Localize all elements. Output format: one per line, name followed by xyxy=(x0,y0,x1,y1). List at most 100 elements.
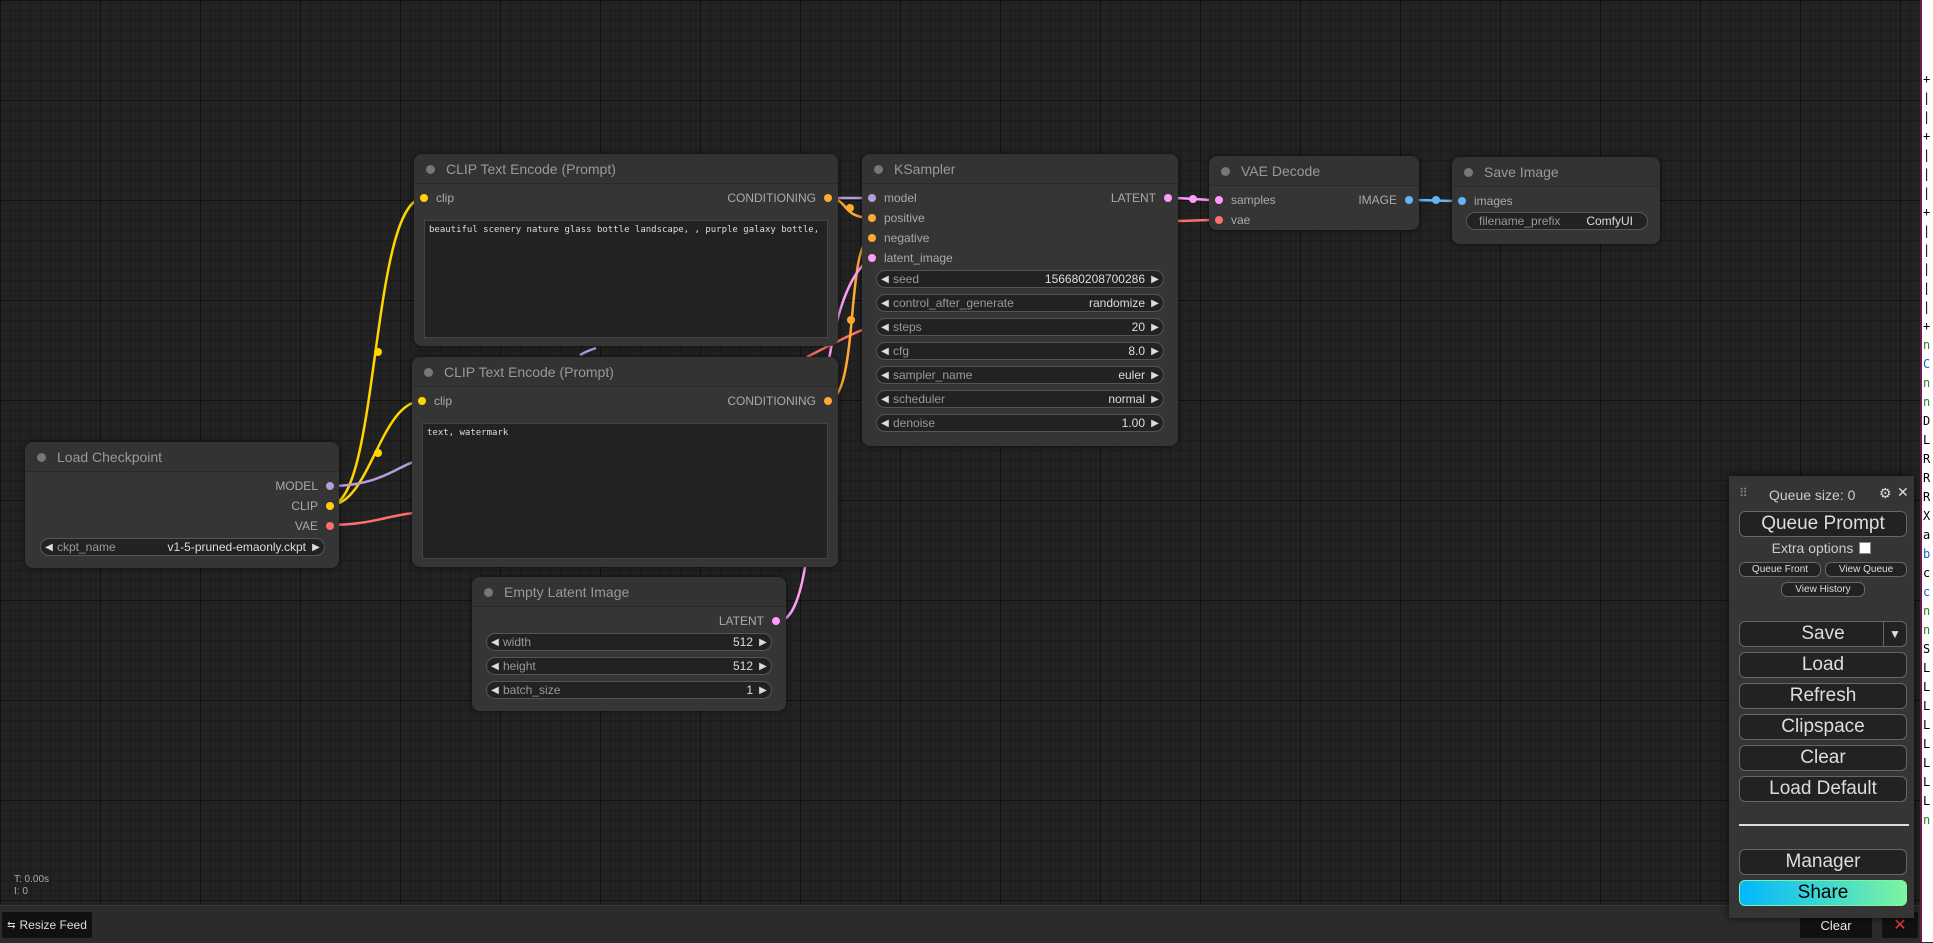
queue-prompt-button[interactable]: Queue Prompt xyxy=(1739,511,1907,537)
decrement-arrow-icon[interactable]: ◀ xyxy=(877,274,893,285)
share-button[interactable]: Share xyxy=(1739,880,1907,906)
widget-control-after-generate[interactable]: ◀ control_after_generate randomize ▶ xyxy=(876,294,1164,312)
clear-button[interactable]: Clear xyxy=(1739,745,1907,771)
load-button[interactable]: Load xyxy=(1739,652,1907,678)
load-checkpoint-node[interactable]: Load Checkpoint MODEL CLIP VAE ◀ ckpt_nam… xyxy=(25,442,339,568)
collapse-dot-icon[interactable] xyxy=(426,165,435,174)
decrement-arrow-icon[interactable]: ◀ xyxy=(877,298,893,309)
decrement-arrow-icon[interactable]: ◀ xyxy=(487,661,503,672)
widget-value: euler xyxy=(1118,368,1145,382)
widget-height[interactable]: ◀ height 512 ▶ xyxy=(486,657,772,675)
decrement-arrow-icon[interactable]: ◀ xyxy=(487,685,503,696)
collapse-dot-icon[interactable] xyxy=(1464,168,1473,177)
decrement-arrow-icon[interactable]: ◀ xyxy=(877,394,893,405)
widget-label: height xyxy=(503,659,536,673)
node-title[interactable]: Empty Latent Image xyxy=(472,577,786,607)
input-slot-clip[interactable]: clip xyxy=(420,190,454,206)
decrement-arrow-icon[interactable]: ◀ xyxy=(41,542,57,553)
widget-ckpt-name[interactable]: ◀ ckpt_name v1-5-pruned-emaonly.ckpt ▶ xyxy=(40,538,325,556)
increment-arrow-icon[interactable]: ▶ xyxy=(1147,394,1163,405)
collapse-dot-icon[interactable] xyxy=(484,588,493,597)
queue-front-button[interactable]: Queue Front xyxy=(1739,562,1821,577)
input-slot-images[interactable]: images xyxy=(1458,193,1513,209)
input-slot-vae[interactable]: vae xyxy=(1215,212,1250,228)
input-slot-clip[interactable]: clip xyxy=(418,393,452,409)
increment-arrow-icon[interactable]: ▶ xyxy=(1147,370,1163,381)
increment-arrow-icon[interactable]: ▶ xyxy=(755,661,771,672)
output-slot-vae[interactable]: VAE xyxy=(295,518,334,534)
prompt-textarea[interactable]: beautiful scenery nature glass bottle la… xyxy=(424,220,828,338)
increment-arrow-icon[interactable]: ▶ xyxy=(755,637,771,648)
vae-decode-node[interactable]: VAE Decode samples vae IMAGE xyxy=(1209,156,1419,230)
empty-latent-image-node[interactable]: Empty Latent Image LATENT ◀ width 512 ▶ ◀ he… xyxy=(472,577,786,711)
increment-arrow-icon[interactable]: ▶ xyxy=(308,542,324,553)
node-title[interactable]: CLIP Text Encode (Prompt) xyxy=(412,357,838,387)
increment-arrow-icon[interactable]: ▶ xyxy=(1147,346,1163,357)
output-slot-latent[interactable]: LATENT xyxy=(1111,190,1172,206)
input-slot-negative[interactable]: negative xyxy=(868,230,929,246)
view-queue-button[interactable]: View Queue xyxy=(1825,562,1907,577)
slot-label: MODEL xyxy=(275,479,318,493)
widget-denoise[interactable]: ◀ denoise 1.00 ▶ xyxy=(876,414,1164,432)
collapse-dot-icon[interactable] xyxy=(1221,167,1230,176)
decrement-arrow-icon[interactable]: ◀ xyxy=(877,418,893,429)
clipspace-button[interactable]: Clipspace xyxy=(1739,714,1907,740)
node-title[interactable]: VAE Decode xyxy=(1209,156,1419,186)
input-slot-latent-image[interactable]: latent_image xyxy=(868,250,953,266)
increment-arrow-icon[interactable]: ▶ xyxy=(755,685,771,696)
input-slot-model[interactable]: model xyxy=(868,190,917,206)
close-menu-icon[interactable]: ✕ xyxy=(1897,484,1909,501)
save-dropdown-arrow-icon[interactable]: ▼ xyxy=(1883,622,1906,646)
node-title[interactable]: Load Checkpoint xyxy=(25,442,339,472)
widget-value: randomize xyxy=(1088,296,1145,310)
node-title[interactable]: KSampler xyxy=(862,154,1178,184)
ksampler-node[interactable]: KSampler model positive negative latent_… xyxy=(862,154,1178,446)
increment-arrow-icon[interactable]: ▶ xyxy=(1147,418,1163,429)
node-title[interactable]: Save Image xyxy=(1452,157,1660,187)
input-slot-positive[interactable]: positive xyxy=(868,210,925,226)
output-slot-conditioning[interactable]: CONDITIONING xyxy=(727,393,832,409)
increment-arrow-icon[interactable]: ▶ xyxy=(1147,322,1163,333)
extra-options-checkbox[interactable] xyxy=(1859,542,1872,554)
prompt-textarea[interactable]: text, watermark xyxy=(422,423,828,559)
output-slot-conditioning[interactable]: CONDITIONING xyxy=(727,190,832,206)
widget-batch-size[interactable]: ◀ batch_size 1 ▶ xyxy=(486,681,772,699)
increment-arrow-icon[interactable]: ▶ xyxy=(1147,298,1163,309)
widget-filename-prefix[interactable]: filename_prefix ComfyUI xyxy=(1466,212,1648,230)
settings-gear-icon[interactable]: ⚙ xyxy=(1879,485,1892,502)
clip-text-encode-negative-node[interactable]: CLIP Text Encode (Prompt) clip CONDITION… xyxy=(412,357,838,567)
output-slot-clip[interactable]: CLIP xyxy=(291,498,334,514)
widget-width[interactable]: ◀ width 512 ▶ xyxy=(486,633,772,651)
widget-seed[interactable]: ◀ seed 156680208700286 ▶ xyxy=(876,270,1164,288)
decrement-arrow-icon[interactable]: ◀ xyxy=(877,322,893,333)
widget-scheduler[interactable]: ◀ scheduler normal ▶ xyxy=(876,390,1164,408)
output-slot-latent[interactable]: LATENT xyxy=(719,613,780,629)
node-title[interactable]: CLIP Text Encode (Prompt) xyxy=(414,154,838,184)
resize-feed-button[interactable]: ⇆ Resize Feed xyxy=(2,912,92,938)
collapse-dot-icon[interactable] xyxy=(874,165,883,174)
widget-cfg[interactable]: ◀ cfg 8.0 ▶ xyxy=(876,342,1164,360)
decrement-arrow-icon[interactable]: ◀ xyxy=(487,637,503,648)
log-fragments: + | | + | | | + | | | | | + nCnnDLRRRX abccnnSLLLLLLL… xyxy=(1923,72,1931,827)
slot-dot-icon xyxy=(868,254,876,262)
view-history-button[interactable]: View History xyxy=(1781,582,1865,597)
load-default-button[interactable]: Load Default xyxy=(1739,776,1907,802)
output-slot-image[interactable]: IMAGE xyxy=(1358,192,1413,208)
widget-label: filename_prefix xyxy=(1479,214,1561,228)
manager-button[interactable]: Manager xyxy=(1739,849,1907,875)
collapse-dot-icon[interactable] xyxy=(424,368,433,377)
widget-steps[interactable]: ◀ steps 20 ▶ xyxy=(876,318,1164,336)
save-image-node[interactable]: Save Image images filename_prefix ComfyUI xyxy=(1452,157,1660,244)
decrement-arrow-icon[interactable]: ◀ xyxy=(877,370,893,381)
comfy-menu[interactable]: ⠿ Queue size: 0 ⚙ ✕ Queue Prompt Extra o… xyxy=(1729,476,1914,918)
clip-text-encode-positive-node[interactable]: CLIP Text Encode (Prompt) clip CONDITION… xyxy=(414,154,838,346)
increment-arrow-icon[interactable]: ▶ xyxy=(1147,274,1163,285)
drag-handle-icon[interactable]: ⠿ xyxy=(1739,486,1748,500)
decrement-arrow-icon[interactable]: ◀ xyxy=(877,346,893,357)
save-button[interactable]: Save ▼ xyxy=(1739,621,1907,647)
refresh-button[interactable]: Refresh xyxy=(1739,683,1907,709)
collapse-dot-icon[interactable] xyxy=(37,453,46,462)
output-slot-model[interactable]: MODEL xyxy=(275,478,334,494)
input-slot-samples[interactable]: samples xyxy=(1215,192,1276,208)
widget-sampler-name[interactable]: ◀ sampler_name euler ▶ xyxy=(876,366,1164,384)
